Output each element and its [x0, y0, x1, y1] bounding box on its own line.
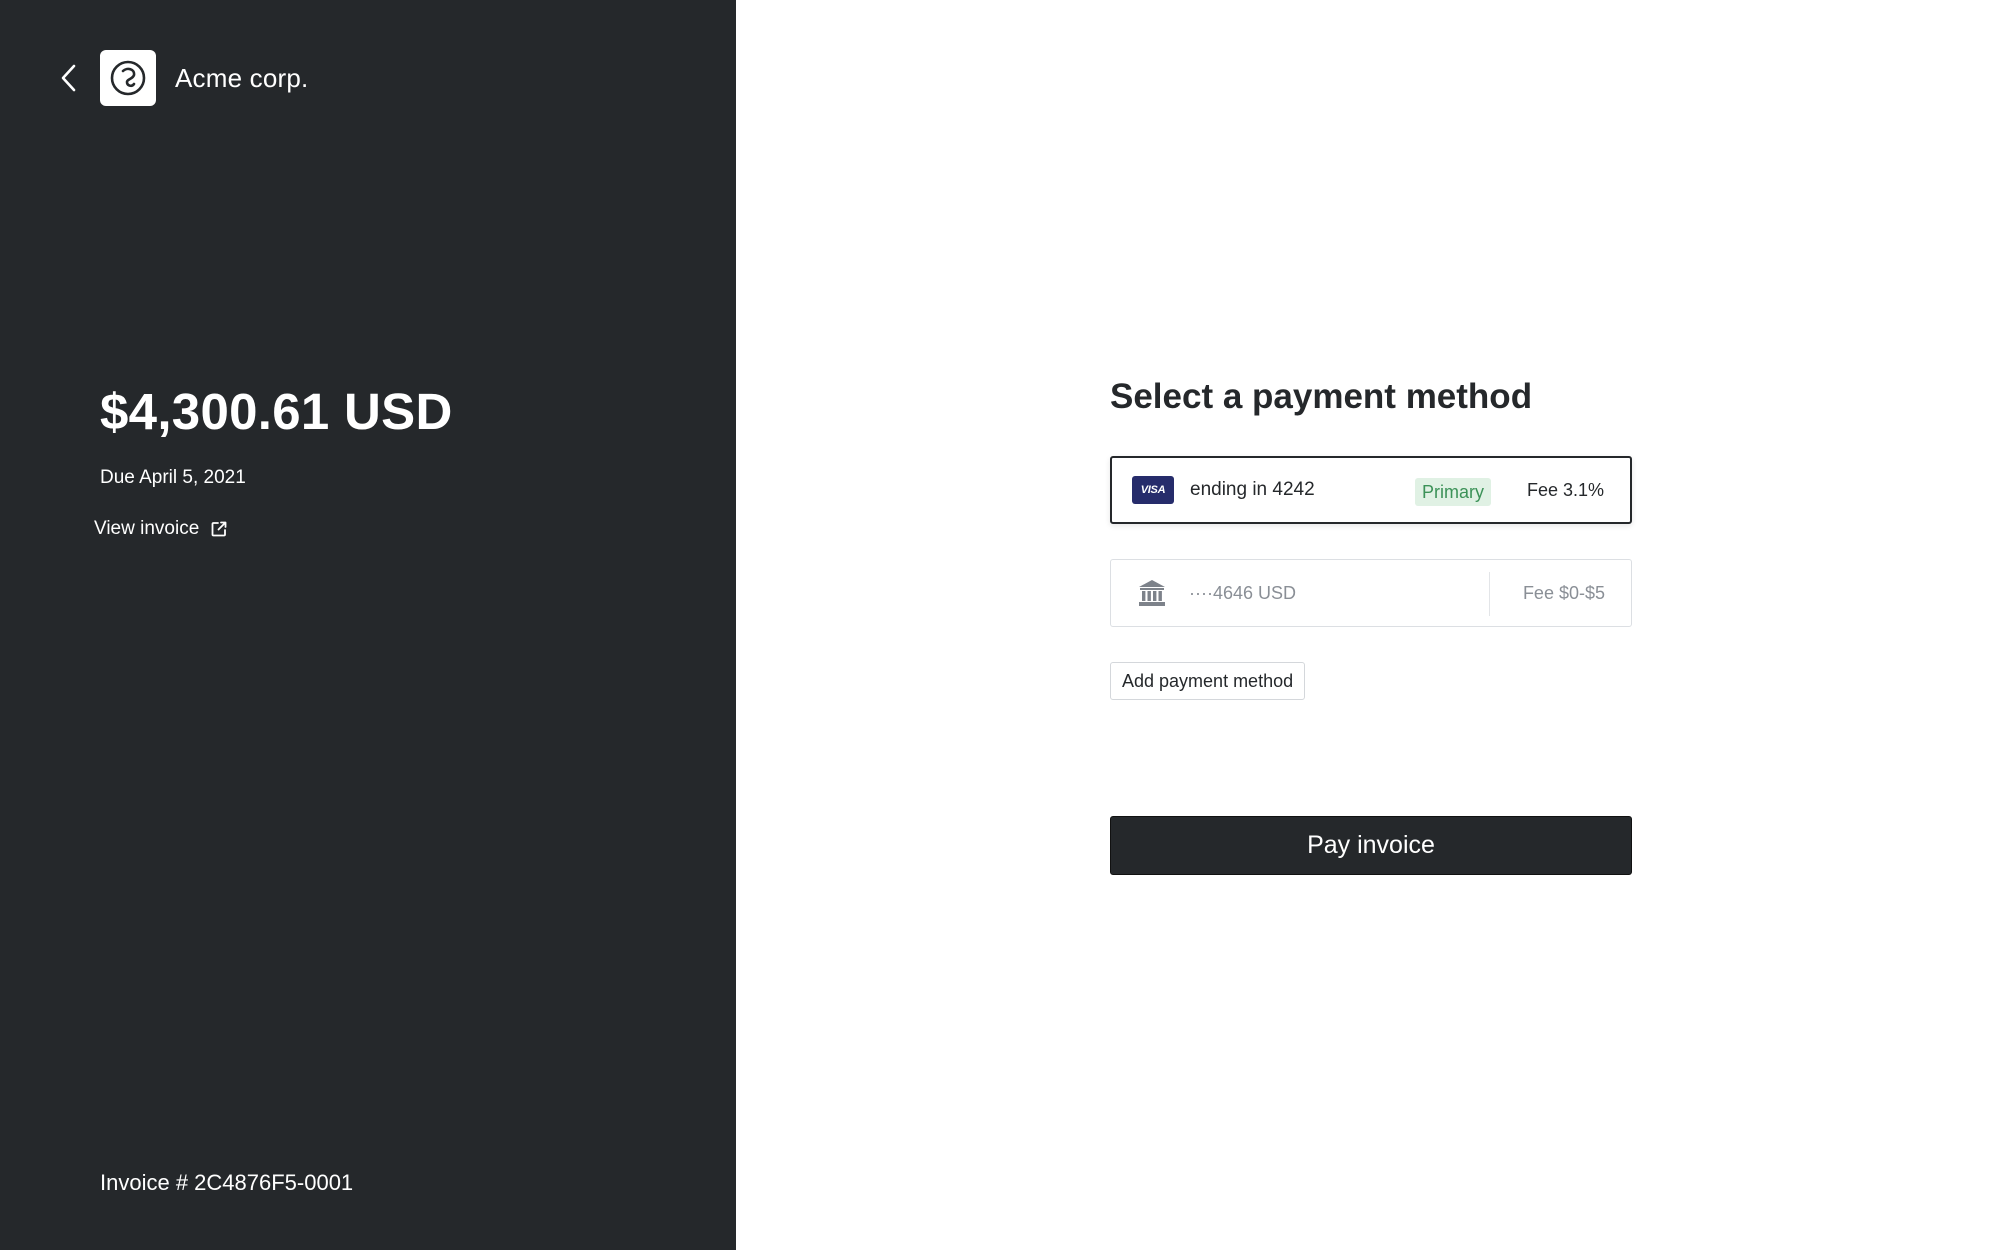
- company-logo-icon: [110, 60, 146, 96]
- payment-panel: Select a payment method VISA ending in 4…: [736, 0, 2000, 1250]
- invoice-amount: $4,300.61 USD: [100, 383, 453, 440]
- checkout-page: Acme corp. $4,300.61 USD Due April 5, 20…: [0, 0, 2000, 1250]
- external-link-icon: [210, 520, 228, 538]
- header-bar: Acme corp.: [57, 50, 309, 106]
- invoice-due-date: Due April 5, 2021: [100, 467, 246, 488]
- payment-method-bank[interactable]: ····4646 USD Fee $0-$5: [1110, 559, 1632, 627]
- bank-fee: Fee $0-$5: [1522, 583, 1605, 603]
- chevron-left-icon: [61, 64, 76, 92]
- company-logo: [100, 50, 156, 106]
- bank-icon: [1137, 578, 1167, 608]
- card-fee: Fee 3.1%: [1526, 480, 1604, 500]
- payment-method-visa[interactable]: VISA ending in 4242 Primary Fee 3.1%: [1110, 456, 1632, 524]
- visa-card-icon: VISA: [1132, 476, 1174, 504]
- payment-title: Select a payment method: [1110, 377, 1533, 416]
- add-payment-method-button[interactable]: Add payment method: [1110, 662, 1306, 700]
- pay-invoice-button[interactable]: Pay invoice: [1110, 816, 1632, 875]
- payment-form: Select a payment method VISA ending in 4…: [1110, 372, 1632, 875]
- bank-label: ····4646 USD: [1189, 582, 1297, 603]
- view-invoice-link[interactable]: View invoice: [94, 518, 228, 540]
- back-button[interactable]: [57, 60, 81, 96]
- primary-badge: Primary: [1415, 478, 1491, 506]
- company-name: Acme corp.: [175, 62, 309, 93]
- card-label: ending in 4242: [1190, 479, 1315, 500]
- divider: [1489, 572, 1490, 616]
- view-invoice-label: View invoice: [94, 518, 200, 539]
- invoice-summary-panel: Acme corp. $4,300.61 USD Due April 5, 20…: [0, 0, 736, 1250]
- invoice-number: Invoice # 2C4876F5-0001: [100, 1170, 354, 1195]
